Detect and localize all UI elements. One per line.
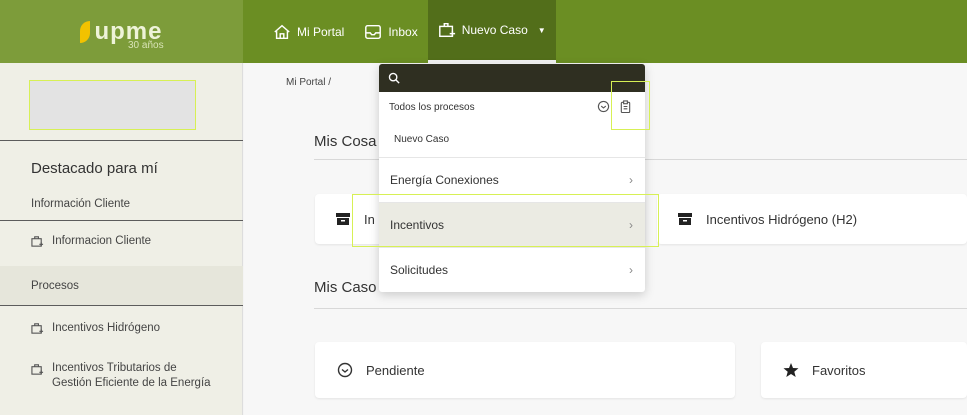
home-icon [273, 23, 291, 41]
logo-subtitle: 30 años [128, 40, 164, 51]
sidebar-item-label: Procesos [31, 279, 79, 292]
search-input[interactable] [408, 72, 628, 84]
card-incentivos-hidrogeno[interactable]: Incentivos Hidrógeno (H2) [657, 194, 967, 244]
dropdown-item-label: Energía Conexiones [390, 173, 499, 187]
clipboard-icon[interactable] [619, 100, 632, 113]
chevron-right-icon: › [629, 218, 633, 232]
dropdown-nuevo-caso[interactable]: Nuevo Caso [394, 134, 449, 145]
divider [0, 140, 243, 141]
archive-icon [676, 210, 694, 228]
archive-icon [334, 210, 352, 228]
sidebar-item-label: Incentivos Hidrógeno [52, 322, 161, 334]
sidebar-item-label: Incentivos Tributarios de Gestión Eficie… [52, 361, 211, 391]
sidebar-title: Destacado para mí [31, 160, 158, 177]
nuevo-caso-dropdown: Todos los procesos Nuevo Caso Energía Co… [379, 64, 645, 292]
chevron-right-icon: › [629, 263, 633, 277]
dropdown-item-energia-conexiones[interactable]: Energía Conexiones › [379, 158, 645, 202]
nav-label: Inbox [388, 24, 418, 39]
top-bar: upme 30 años Mi Portal Inbox Nuevo Caso … [0, 0, 967, 63]
dropdown-item-incentivos[interactable]: Incentivos › [379, 203, 645, 247]
case-icon [31, 363, 44, 376]
divider [314, 308, 967, 309]
nav-label: Nuevo Caso [461, 23, 528, 37]
dropdown-item-solicitudes[interactable]: Solicitudes › [379, 248, 645, 292]
sidebar-item-procesos[interactable]: Procesos [0, 266, 243, 305]
dropdown-item-label: Incentivos [390, 218, 445, 232]
search-icon [388, 72, 400, 84]
case-icon [31, 235, 44, 248]
dropdown-header: Todos los procesos [389, 102, 475, 113]
caret-down-icon: ▼ [537, 25, 546, 35]
dropdown-search[interactable] [379, 64, 645, 92]
nav-nuevo-caso[interactable]: Nuevo Caso ▼ [427, 0, 556, 63]
profile-placeholder [29, 80, 196, 130]
card-pendiente[interactable]: Pendiente [315, 342, 735, 398]
case-icon [31, 322, 44, 335]
logo-leaf-icon [80, 20, 91, 43]
clock-icon [336, 361, 354, 379]
sidebar-item-incentivos-hidrogeno[interactable]: Incentivos Hidrógeno [0, 313, 243, 343]
sidebar-item-label-line2: Gestión Eficiente de la Energía [52, 377, 211, 389]
sidebar-item-informacion-cliente[interactable]: Información Cliente [0, 191, 243, 217]
sidebar-item-label-line1: Incentivos Tributarios de [52, 362, 177, 374]
divider [0, 305, 243, 306]
card-favoritos[interactable]: Favoritos [761, 342, 967, 398]
new-case-icon [438, 21, 456, 39]
card-label: In [364, 211, 375, 227]
sidebar-item-label: Informacion Cliente [52, 235, 152, 247]
sidebar-item-label: Información Cliente [31, 198, 131, 210]
sidebar-item-informacion-cliente-case[interactable]: Informacion Cliente [0, 226, 243, 256]
breadcrumb[interactable]: Mi Portal / [286, 77, 331, 88]
card-label: Pendiente [366, 362, 425, 378]
card-label: Incentivos Hidrógeno (H2) [706, 211, 858, 227]
star-icon [782, 361, 800, 379]
logo[interactable]: upme 30 años [0, 0, 243, 63]
divider [0, 220, 243, 221]
sidebar: Destacado para mí Información Cliente In… [0, 63, 243, 415]
inbox-icon [364, 23, 382, 41]
nav-inbox[interactable]: Inbox [354, 0, 427, 63]
section-title-mis-casos: Mis Caso [314, 279, 377, 296]
nav-mi-portal[interactable]: Mi Portal [263, 0, 354, 63]
card-label: Favoritos [812, 362, 866, 378]
sidebar-item-incentivos-tributarios[interactable]: Incentivos Tributarios de Gestión Eficie… [0, 361, 243, 397]
dropdown-header-icons [597, 100, 632, 113]
chevron-right-icon: › [629, 173, 633, 187]
nav-label: Mi Portal [297, 24, 345, 39]
clock-icon[interactable] [597, 100, 610, 113]
main-nav: Mi Portal Inbox Nuevo Caso ▼ [243, 0, 556, 63]
dropdown-item-label: Solicitudes [390, 263, 449, 277]
section-title-mis-cosas: Mis Cosa [314, 133, 377, 150]
